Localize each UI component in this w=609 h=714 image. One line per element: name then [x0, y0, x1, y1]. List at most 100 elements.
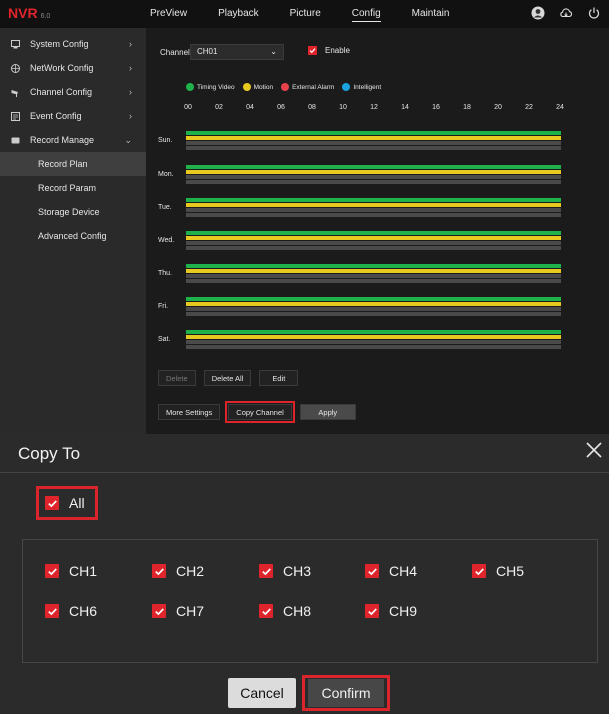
edit-button[interactable]: Edit [259, 370, 299, 386]
check-icon [45, 604, 59, 618]
channel-label: CH2 [176, 563, 205, 579]
hour-label: 12 [370, 104, 378, 111]
sidebar-subitem-record-plan[interactable]: Record Plan [0, 152, 146, 176]
check-icon [365, 564, 379, 578]
schedule-row-sat[interactable]: Sat. [158, 326, 561, 354]
channel-checkbox-ch4[interactable]: CH4 [365, 563, 417, 579]
sidebar-item-record-manage[interactable]: Record Manage ⌄ [0, 128, 146, 152]
schedule-row-tue[interactable]: Tue. [158, 194, 561, 222]
schedule-row-mon[interactable]: Mon. [158, 161, 561, 189]
schedule-row-wed[interactable]: Wed. [158, 227, 561, 255]
cloud-icon[interactable] [559, 6, 573, 20]
sidebar-item-label: Event Config [30, 111, 82, 121]
channel-checkbox-ch5[interactable]: CH5 [472, 563, 524, 579]
hour-label: 04 [246, 104, 254, 111]
check-icon [152, 604, 166, 618]
channel-checkbox-ch7[interactable]: CH7 [152, 603, 204, 619]
legend-motion: Motion [242, 83, 273, 91]
more-settings-button[interactable]: More Settings [158, 404, 221, 420]
sidebar-item-label: NetWork Config [30, 63, 94, 73]
main-nav: PreView Playback Picture Config Maintain [150, 0, 480, 28]
channel-value: CH01 [197, 47, 218, 56]
sidebar-item-event-config[interactable]: Event Config › [0, 104, 146, 128]
chevron-right-icon: › [129, 87, 132, 97]
copy-channel-button[interactable]: Copy Channel [225, 401, 295, 423]
channel-checkbox-ch2[interactable]: CH2 [152, 563, 204, 579]
nav-config[interactable]: Config [351, 0, 381, 28]
schedule-row-thu[interactable]: Thu. [158, 260, 561, 288]
chevron-right-icon: › [129, 111, 132, 121]
hour-label: 00 [184, 104, 192, 111]
sidebar-item-network-config[interactable]: NetWork Config › [0, 56, 146, 80]
confirm-button[interactable]: Confirm [308, 679, 384, 707]
close-icon[interactable] [585, 441, 603, 459]
hour-label: 08 [308, 104, 316, 111]
schedule-row-sun[interactable]: Sun. [158, 127, 561, 155]
sidebar-item-system-config[interactable]: System Config › [0, 32, 146, 56]
legend-external-alarm: External Alarm [281, 83, 334, 91]
record-plan-panel: Channel CH01 ⌄ Enable Timing Video Motio… [146, 28, 609, 434]
nav-preview[interactable]: PreView [150, 0, 187, 28]
camera-icon [10, 87, 20, 97]
nav-picture[interactable]: Picture [290, 0, 321, 28]
network-icon [10, 63, 20, 73]
hour-label: 22 [525, 104, 533, 111]
dialog-footer: Cancel Confirm [0, 675, 609, 714]
logo: NVR 6.0 [8, 5, 51, 21]
system-icon [10, 39, 20, 49]
power-icon[interactable] [587, 6, 601, 20]
day-label: Sun. [158, 137, 173, 144]
sidebar-item-label: System Config [30, 39, 89, 49]
channel-checkbox-ch6[interactable]: CH6 [45, 603, 97, 619]
chevron-right-icon: › [129, 63, 132, 73]
hour-label: 20 [494, 104, 502, 111]
select-all-checkbox[interactable]: All [36, 486, 98, 520]
sidebar-subitem-advanced-config[interactable]: Advanced Config [0, 224, 146, 248]
enable-checkbox[interactable] [308, 46, 317, 55]
select-all-label: All [69, 495, 85, 511]
divider [0, 472, 609, 473]
sidebar-subitem-storage-device[interactable]: Storage Device [0, 200, 146, 224]
channel-label: CH5 [496, 563, 525, 579]
delete-all-button[interactable]: Delete All [203, 370, 252, 386]
top-bar: NVR 6.0 PreView Playback Picture Config M… [0, 0, 609, 28]
chevron-down-icon: ⌄ [270, 47, 277, 56]
dialog-title: Copy To [18, 444, 81, 463]
hour-label: 06 [277, 104, 285, 111]
day-label: Thu. [158, 270, 173, 277]
cancel-button[interactable]: Cancel [228, 678, 296, 708]
enable-label: Enable [325, 46, 350, 55]
copy-to-dialog: Copy To All CH1 CH2 CH3 CH4 CH5 CH6 CH7 … [0, 434, 609, 714]
channel-checkbox-ch9[interactable]: CH9 [365, 603, 417, 619]
sidebar-item-channel-config[interactable]: Channel Config › [0, 80, 146, 104]
nav-maintain[interactable]: Maintain [412, 0, 450, 28]
channel-checkbox-ch3[interactable]: CH3 [259, 563, 311, 579]
schedule-row-fri[interactable]: Fri. [158, 293, 561, 321]
hour-axis: 00 02 04 06 08 10 12 14 16 18 20 22 24 [184, 104, 564, 116]
chevron-down-icon: ⌄ [124, 134, 132, 145]
legend: Timing Video Motion External Alarm Intel… [186, 83, 381, 91]
record-icon [10, 135, 20, 145]
check-icon [45, 496, 59, 510]
day-label: Sat. [158, 336, 171, 343]
event-icon [10, 111, 20, 121]
hour-label: 16 [432, 104, 440, 111]
check-icon [152, 564, 166, 578]
channel-select[interactable]: CH01 ⌄ [190, 44, 284, 60]
channel-checkbox-ch1[interactable]: CH1 [45, 563, 97, 579]
hour-label: 18 [463, 104, 471, 111]
user-icon[interactable] [531, 6, 545, 20]
apply-button[interactable]: Apply [299, 404, 356, 420]
sidebar-subitem-record-param[interactable]: Record Param [0, 176, 146, 200]
confirm-button-highlight: Confirm [302, 675, 390, 711]
delete-button[interactable]: Delete [158, 370, 196, 386]
channel-checkbox-ch8[interactable]: CH8 [259, 603, 311, 619]
check-icon [45, 564, 59, 578]
channel-label: CH8 [283, 603, 312, 619]
check-icon [259, 564, 273, 578]
nav-playback[interactable]: Playback [218, 0, 259, 28]
channel-label: CH6 [69, 603, 98, 619]
legend-intelligent: Intelligent [342, 83, 381, 91]
hour-label: 10 [339, 104, 347, 111]
check-icon [365, 604, 379, 618]
